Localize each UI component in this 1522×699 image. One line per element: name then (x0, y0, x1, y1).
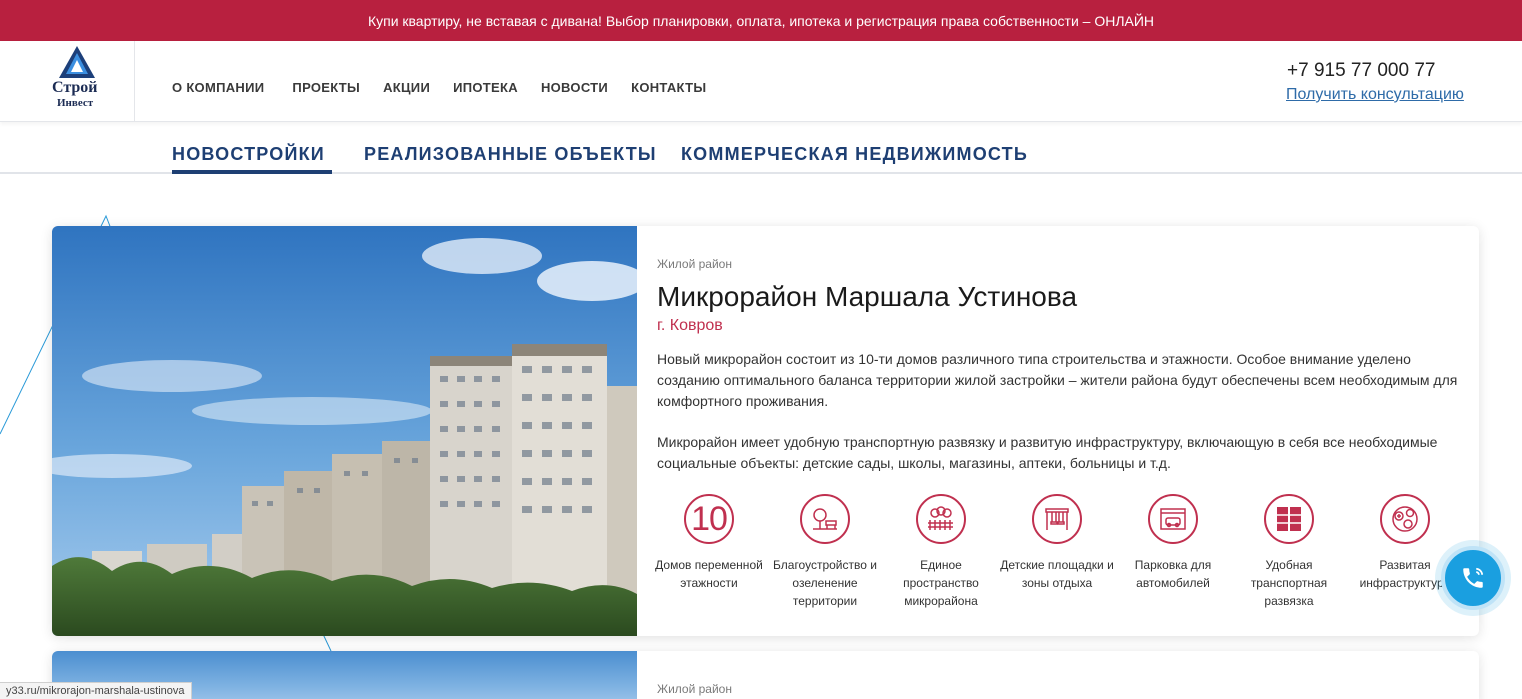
number-10-icon: 10 (684, 494, 734, 544)
site-header: Строй Инвест О КОМПАНИИ ПРОЕКТЫ АКЦИИ ИП… (0, 41, 1522, 122)
project-card-2[interactable]: Жилой район (52, 651, 1479, 699)
project-kind-2: Жилой район (657, 682, 732, 696)
feature-label: Детские площадки и зоны отдыха (1000, 558, 1114, 590)
project-city: г. Ковров (657, 317, 723, 334)
project-description-1: Новый микрорайон состоит из 10-ти домов … (657, 351, 1458, 409)
promo-text: Купи квартиру, не вставая с дивана! Выбо… (367, 12, 1155, 29)
project-kind: Жилой район (657, 257, 732, 271)
tab-commercial[interactable]: КОММЕРЧЕСКАЯ НЕДВИЖИМОСТЬ (681, 144, 1028, 165)
feature-transport: Удобная транспортная развязка (1231, 494, 1347, 610)
consultation-link[interactable]: Получить консультацию (1286, 86, 1464, 104)
main-nav: О КОМПАНИИ ПРОЕКТЫ АКЦИИ ИПОТЕКА НОВОСТИ… (172, 80, 706, 95)
project-photo[interactable] (52, 226, 637, 636)
feature-label: Единое пространство микрорайона (903, 558, 979, 608)
fence-trees-icon (916, 494, 966, 544)
feature-playgrounds: Детские площадки и зоны отдыха (999, 494, 1115, 592)
road-icon (1264, 494, 1314, 544)
project-title[interactable]: Микрорайон Маршала Устинова (657, 281, 1077, 313)
tab-completed-objects[interactable]: РЕАЛИЗОВАННЫЕ ОБЪЕКТЫ (364, 144, 657, 165)
feature-landscaping: Благоустройство и озеленение территории (767, 494, 883, 610)
feature-label: Удобная транспортная развязка (1250, 558, 1328, 608)
feature-single-space: Единое пространство микрорайона (883, 494, 999, 610)
category-tabs: НОВОСТРОЙКИ РЕАЛИЗОВАННЫЕ ОБЪЕКТЫ КОММЕР… (0, 122, 1522, 174)
logo-triangle-icon (59, 46, 95, 78)
nav-item-projects[interactable]: ПРОЕКТЫ (292, 80, 360, 95)
feature-label: Благоустройство и озеленение территории (773, 558, 877, 608)
feature-parking: Парковка для автомобилей (1115, 494, 1231, 592)
nav-item-news[interactable]: НОВОСТИ (541, 80, 608, 95)
swing-icon (1032, 494, 1082, 544)
feature-houses: 10 Домов переменной этажности (651, 494, 767, 592)
nav-item-contacts[interactable]: КОНТАКТЫ (631, 80, 706, 95)
infrastructure-icon (1380, 494, 1430, 544)
project-card[interactable]: Жилой район Микрорайон Маршала Устинова … (52, 226, 1479, 636)
phone-number[interactable]: +7 915 77 000 77 (1287, 60, 1435, 82)
nav-item-about[interactable]: О КОМПАНИИ (172, 80, 264, 95)
phone-icon (1463, 567, 1484, 588)
project-description-2: Микрорайон имеет удобную транспортную ра… (657, 434, 1438, 471)
tab-new-buildings[interactable]: НОВОСТРОЙКИ (172, 144, 325, 165)
status-url-text: y33.ru/mikrorajon-marshala-ustinova (6, 685, 185, 697)
nav-item-mortgage[interactable]: ИПОТЕКА (453, 80, 518, 95)
nav-item-promotions[interactable]: АКЦИИ (383, 80, 430, 95)
project-features: 10 Домов переменной этажности Благоустро… (655, 494, 1479, 614)
promo-banner[interactable]: Купи квартиру, не вставая с дивана! Выбо… (0, 0, 1522, 41)
callback-button[interactable] (1441, 546, 1505, 610)
logo[interactable]: Строй Инвест (0, 41, 135, 122)
tree-bench-icon (800, 494, 850, 544)
feature-label: Домов переменной этажности (655, 558, 763, 590)
logo-text-invest: Инвест (57, 97, 94, 109)
garage-car-icon (1148, 494, 1198, 544)
logo-text-stroy: Строй (52, 79, 98, 96)
browser-status-url: y33.ru/mikrorajon-marshala-ustinova (0, 682, 192, 699)
feature-label: Парковка для автомобилей (1134, 558, 1212, 590)
